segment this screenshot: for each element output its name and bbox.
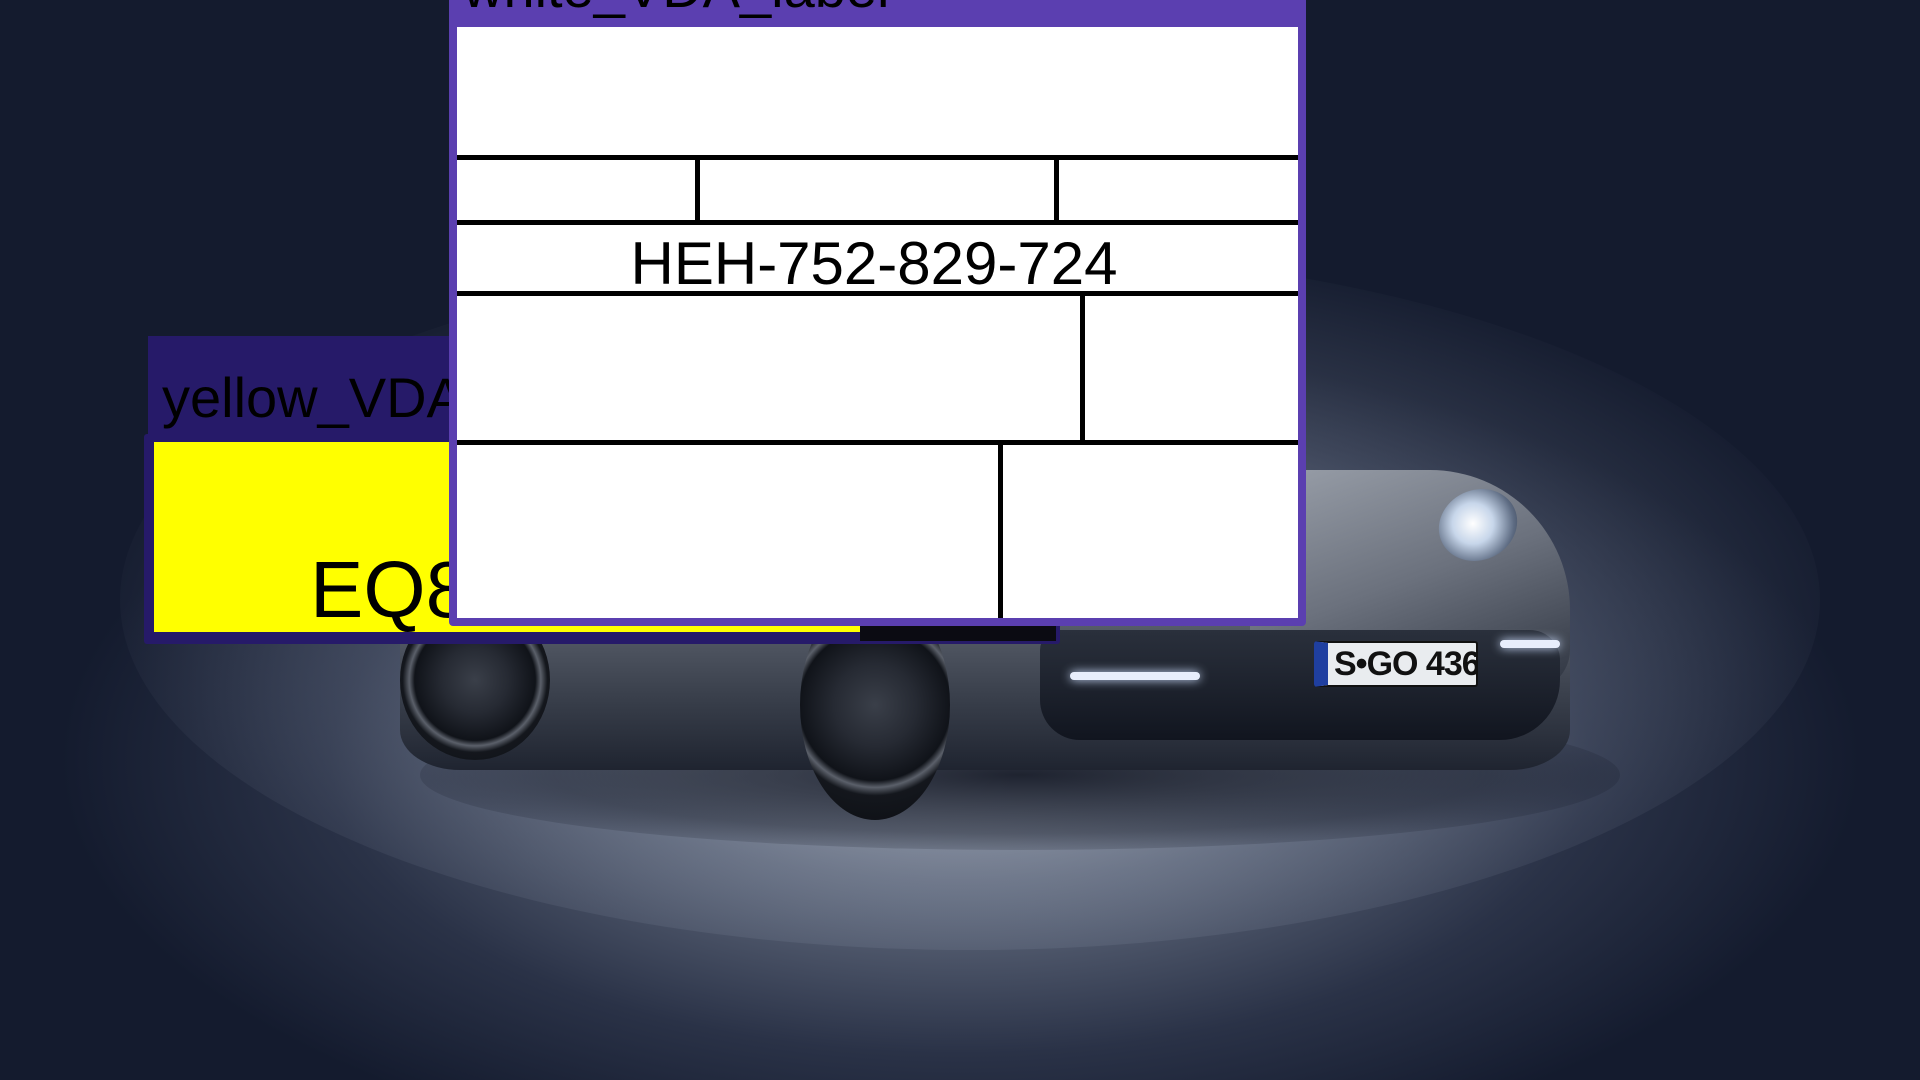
label-divider-v4 [998,445,1003,618]
label-code-text: HEH-752-829-724 [630,230,1118,297]
white-vda-label-content: HEH-752-829-724 [457,27,1298,618]
white-vda-label-title[interactable]: white_VDA_label [463,0,1293,20]
label-divider-v2 [1054,160,1059,220]
white-vda-label-window[interactable]: white_VDA_label HEH-752-829-724 [449,0,1306,626]
label-divider-3 [457,291,1298,296]
license-plate: S•GO 4367 [1314,641,1478,687]
car-bumper [1040,630,1560,740]
label-divider-v3 [1080,296,1085,440]
label-divider-4 [457,440,1298,445]
label-divider-v1 [695,160,700,220]
label-divider-2 [457,220,1298,225]
car-daytime-light-right [1500,640,1560,648]
car-daytime-light-left [1070,672,1200,680]
label-divider-1 [457,155,1298,160]
yellow-vda-label-code: EQ8 [310,545,471,634]
label-field-top [457,27,1298,155]
